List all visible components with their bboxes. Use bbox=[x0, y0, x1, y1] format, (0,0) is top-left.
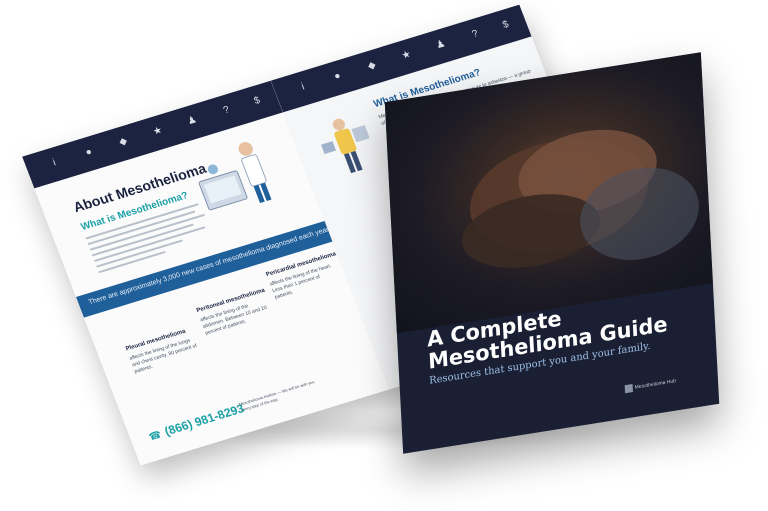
apple-icon: ● bbox=[332, 70, 343, 83]
money-icon: $ bbox=[252, 94, 262, 107]
pill-icon: ◆ bbox=[117, 135, 129, 149]
pill-icon: ◆ bbox=[366, 59, 378, 73]
scene: i ● ◆ ★ ♟ ? $ About Mesothelioma What is… bbox=[0, 0, 768, 511]
medal-icon: ★ bbox=[151, 124, 164, 138]
hotline-note: Mesothelioma Hotline — We will be with y… bbox=[238, 379, 316, 413]
brand-name: Mesothelioma Hub bbox=[634, 378, 677, 391]
guide-cover: A Complete Mesothelioma Guide Resources … bbox=[384, 52, 720, 454]
worker-illustration bbox=[320, 118, 370, 174]
medal-icon: ★ bbox=[400, 48, 413, 62]
phone-number[interactable]: (866) 981-8293 bbox=[163, 401, 247, 438]
question-icon: ? bbox=[221, 104, 232, 117]
info-icon: i bbox=[300, 81, 307, 93]
money-icon: $ bbox=[501, 18, 511, 31]
phone-icon: ☎ bbox=[147, 429, 164, 444]
people-icon: ♟ bbox=[434, 38, 448, 52]
info-icon: i bbox=[51, 157, 58, 169]
apple-icon: ● bbox=[83, 146, 94, 159]
brand-logo-icon bbox=[624, 384, 633, 394]
question-icon: ? bbox=[470, 28, 480, 41]
people-icon: ♟ bbox=[185, 114, 199, 128]
